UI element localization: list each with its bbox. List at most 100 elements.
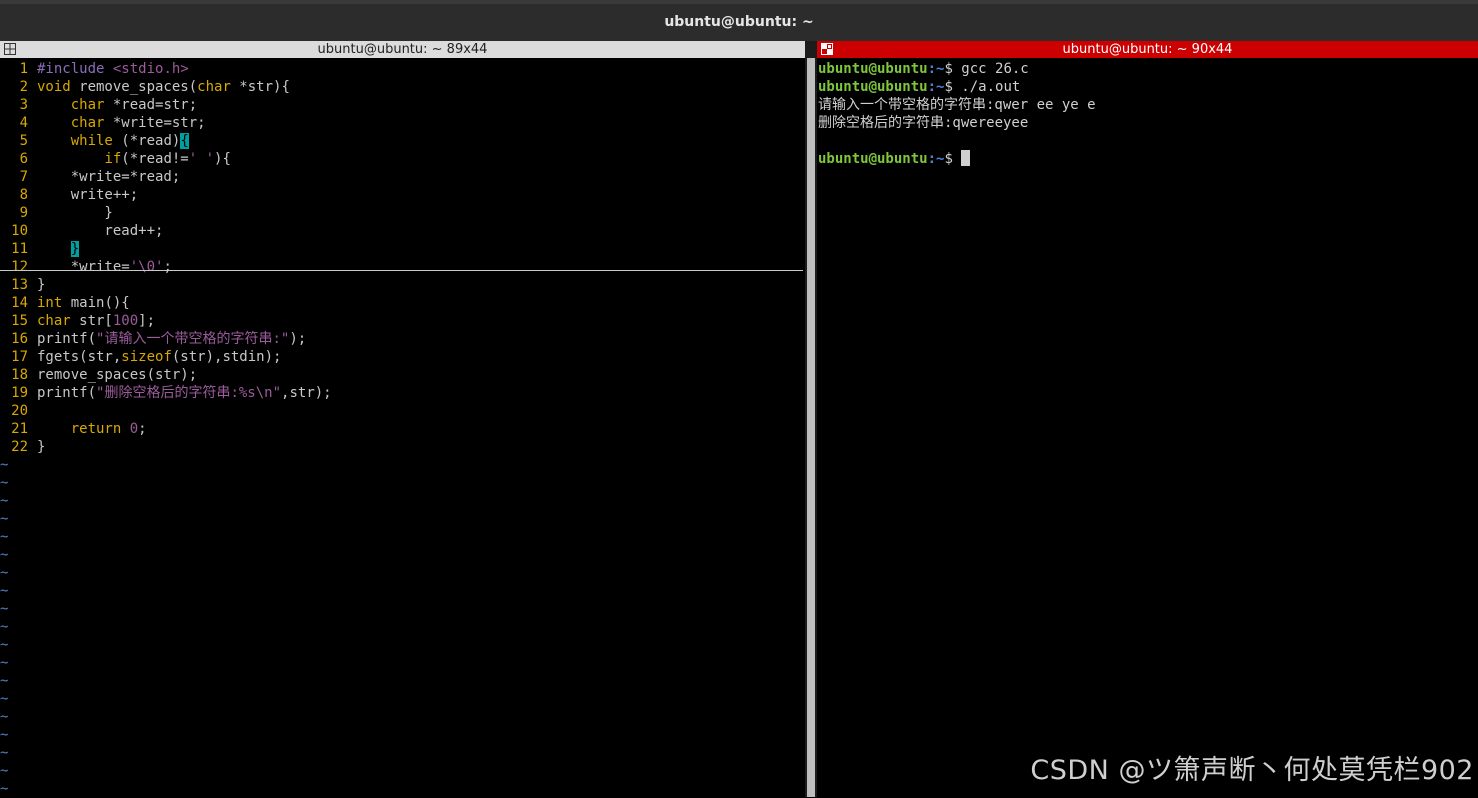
command-text: ./a.out [952,79,1021,95]
window-titlebar[interactable]: ubuntu@ubuntu: ~ [0,0,1478,41]
line-number: 1 [19,61,28,77]
code-text: int main(){ [37,295,130,311]
line-number: 14 [11,295,28,311]
line-number: 8 [19,187,28,203]
split-terminal-icon[interactable] [4,43,16,55]
code-line[interactable]: 1 #include <stdio.h> [0,60,800,78]
watermark: CSDN @ツ箫声断丶何处莫凭栏902 [1030,755,1474,786]
prompt-user: ubuntu@ubuntu [818,79,928,95]
empty-line-tilde: ~ [0,493,9,509]
line-number: 12 [11,259,28,275]
terminal-command-line: ubuntu@ubuntu:~$ ./a.out [818,78,1020,96]
empty-line-tilde: ~ [0,601,9,617]
split-terminal-icon[interactable] [821,43,833,55]
line-number: 13 [11,277,28,293]
prompt-symbol: $ [944,79,953,95]
code-text: void remove_spaces(char *str){ [37,79,290,95]
code-text: printf("请输入一个带空格的字符串:"); [37,331,307,347]
line-number: 7 [19,169,28,185]
empty-line-tilde: ~ [0,547,9,563]
code-text: } [70,241,80,257]
code-line[interactable]: 16 printf("请输入一个带空格的字符串:"); [0,330,800,348]
code-text: char *read=str; [70,97,198,113]
empty-line-tilde: ~ [0,655,9,671]
right-terminal-pane[interactable]: ubuntu@ubuntu: ~ 90x44 ubuntu@ubuntu:~$ … [817,41,1478,797]
code-line[interactable]: 5 while (*read){ [0,132,800,150]
command-text [953,151,961,167]
line-number: 20 [11,403,28,419]
vim-editor[interactable]: 1 #include <stdio.h> 2 void remove_spaces(c… [0,58,805,797]
line-number: 18 [11,367,28,383]
terminal-command-line: ubuntu@ubuntu:~$ [818,150,971,168]
prompt-path: :~ [927,151,945,167]
code-text: return 0; [70,421,147,437]
prompt-path: :~ [927,79,945,95]
code-line[interactable]: 22} [0,438,800,456]
pane-divider-scrollbar[interactable] [805,41,817,797]
code-text: fgets(str,sizeof(str),stdin); [37,349,282,365]
left-pane-titlebar[interactable]: ubuntu@ubuntu: ~ 89x44 [0,41,805,58]
code-line[interactable]: 6 if(*read!=' '){ [0,150,800,168]
window-title: ubuntu@ubuntu: ~ [664,14,814,30]
line-number: 9 [19,205,28,221]
empty-line-tilde: ~ [0,745,9,761]
code-line[interactable]: 19 printf("删除空格后的字符串:%s\n",str); [0,384,800,402]
code-line[interactable]: 10 read++; [0,222,800,240]
code-text: if(*read!=' '){ [104,151,231,167]
code-line[interactable]: 4 char *write=str; [0,114,800,132]
code-line[interactable]: 8 write++; [0,186,800,204]
empty-line-tilde: ~ [0,781,9,797]
left-pane-title: ubuntu@ubuntu: ~ 89x44 [317,42,488,57]
code-line[interactable]: 3 char *read=str; [0,96,800,114]
line-number: 11 [11,241,28,257]
line-number: 6 [19,151,28,167]
code-text: while (*read){ [70,133,189,149]
code-text: printf("删除空格后的字符串:%s\n",str); [37,385,332,401]
left-terminal-pane[interactable]: ubuntu@ubuntu: ~ 89x44 1 #include <stdio.… [0,41,805,797]
terminal-output-line: 删除空格后的字符串:qwereeyee [818,115,1029,131]
empty-line-tilde: ~ [0,673,9,689]
code-line[interactable]: 12 *write='\0'; [0,258,800,276]
line-number: 19 [11,385,28,401]
empty-line-tilde: ~ [0,511,9,527]
empty-line-tilde: ~ [0,565,9,581]
terminal-output-line: 请输入一个带空格的字符串:qwer ee ye e [818,97,1096,113]
empty-line-tilde: ~ [0,529,9,545]
code-line[interactable]: 9 } [0,204,800,222]
code-text: } [37,439,46,455]
code-line[interactable]: 7 *write=*read; [0,168,800,186]
line-number: 16 [11,331,28,347]
code-text: #include <stdio.h> [37,61,189,77]
right-pane-title: ubuntu@ubuntu: ~ 90x44 [1062,42,1233,57]
code-line[interactable]: 21 return 0; [0,420,800,438]
prompt-path: :~ [927,61,945,77]
line-number: 2 [19,79,28,95]
line-number: 22 [11,439,28,455]
code-line[interactable]: 2 void remove_spaces(char *str){ [0,78,800,96]
code-text: } [37,277,46,293]
empty-line-tilde: ~ [0,763,9,779]
code-line[interactable]: 17 fgets(str,sizeof(str),stdin); [0,348,800,366]
terminal-output[interactable]: ubuntu@ubuntu:~$ gcc 26.c ubuntu@ubuntu:~… [817,58,1478,797]
code-line[interactable]: 18 remove_spaces(str); [0,366,800,384]
scrollbar-thumb[interactable] [807,58,815,797]
line-number: 4 [19,115,28,131]
line-number: 21 [11,421,28,437]
cursor-line-indicator [0,270,803,271]
empty-line-tilde: ~ [0,637,9,653]
code-text: read++; [37,223,164,239]
code-line[interactable]: 11 } [0,240,800,258]
right-pane-titlebar[interactable]: ubuntu@ubuntu: ~ 90x44 [817,41,1478,58]
line-number: 10 [11,223,28,239]
code-line[interactable]: 14 int main(){ [0,294,800,312]
code-line[interactable]: 13} [0,276,800,294]
code-line[interactable]: 20 [0,402,800,420]
prompt-user: ubuntu@ubuntu [818,151,928,167]
empty-line-tilde: ~ [0,457,9,473]
code-text: *write='\0'; [37,259,172,275]
code-line[interactable]: 15 char str[100]; [0,312,800,330]
command-text: gcc 26.c [952,61,1029,77]
empty-line-tilde: ~ [0,475,9,491]
line-number: 3 [19,97,28,113]
prompt-symbol: $ [944,151,953,167]
